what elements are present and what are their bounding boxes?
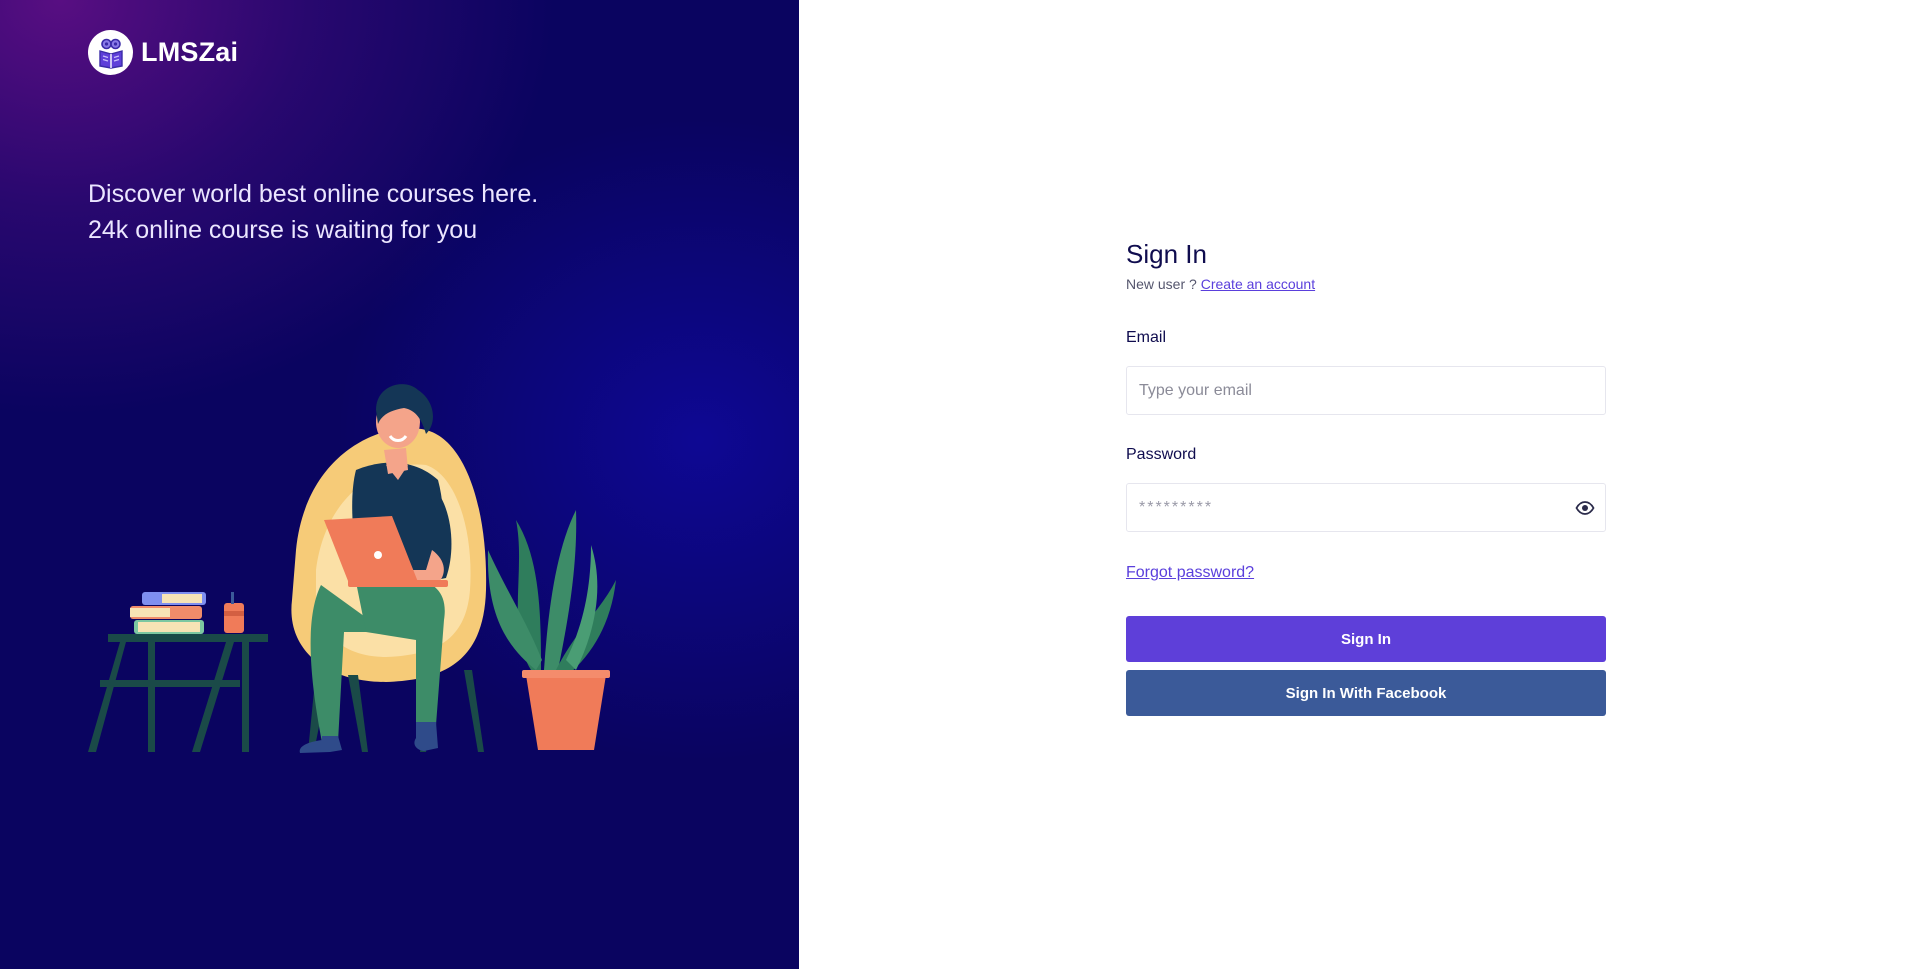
cup [224, 592, 244, 633]
brand-logo [88, 30, 133, 75]
potted-plant [487, 510, 616, 750]
new-user-text: New user ? [1126, 276, 1197, 292]
password-label: Password [1126, 446, 1197, 463]
email-label: Email [1126, 329, 1167, 346]
email-field-wrapper [1126, 366, 1606, 415]
password-field-wrapper [1126, 483, 1606, 532]
brand[interactable]: LMSZai [88, 30, 238, 75]
side-table [88, 634, 268, 752]
signin-button[interactable]: Sign In [1126, 616, 1606, 662]
page-title: Sign In [1126, 239, 1207, 269]
student-with-laptop-illustration [88, 384, 616, 753]
hero-panel: LMSZai Discover world best online course… [0, 0, 799, 969]
eye-icon[interactable] [1575, 499, 1595, 517]
signin-form: Sign In New user ? Create an account Ema… [1126, 236, 1606, 716]
book-stack [130, 592, 206, 634]
create-account-link[interactable]: Create an account [1201, 276, 1315, 292]
password-field[interactable] [1127, 484, 1605, 531]
hero-tagline: Discover world best online courses here.… [88, 176, 538, 248]
facebook-signin-button[interactable]: Sign In With Facebook [1126, 670, 1606, 716]
email-field[interactable] [1127, 367, 1605, 414]
new-user-row: New user ? Create an account [1126, 276, 1606, 292]
brand-name: LMSZai [141, 37, 239, 67]
forgot-password-link[interactable]: Forgot password? [1126, 564, 1254, 582]
hero-tagline-line-2: 24k online course is waiting for you [88, 216, 478, 244]
hero-tagline-line-1: Discover world best online courses here. [88, 180, 539, 208]
book-reader-logo-icon [98, 38, 123, 69]
